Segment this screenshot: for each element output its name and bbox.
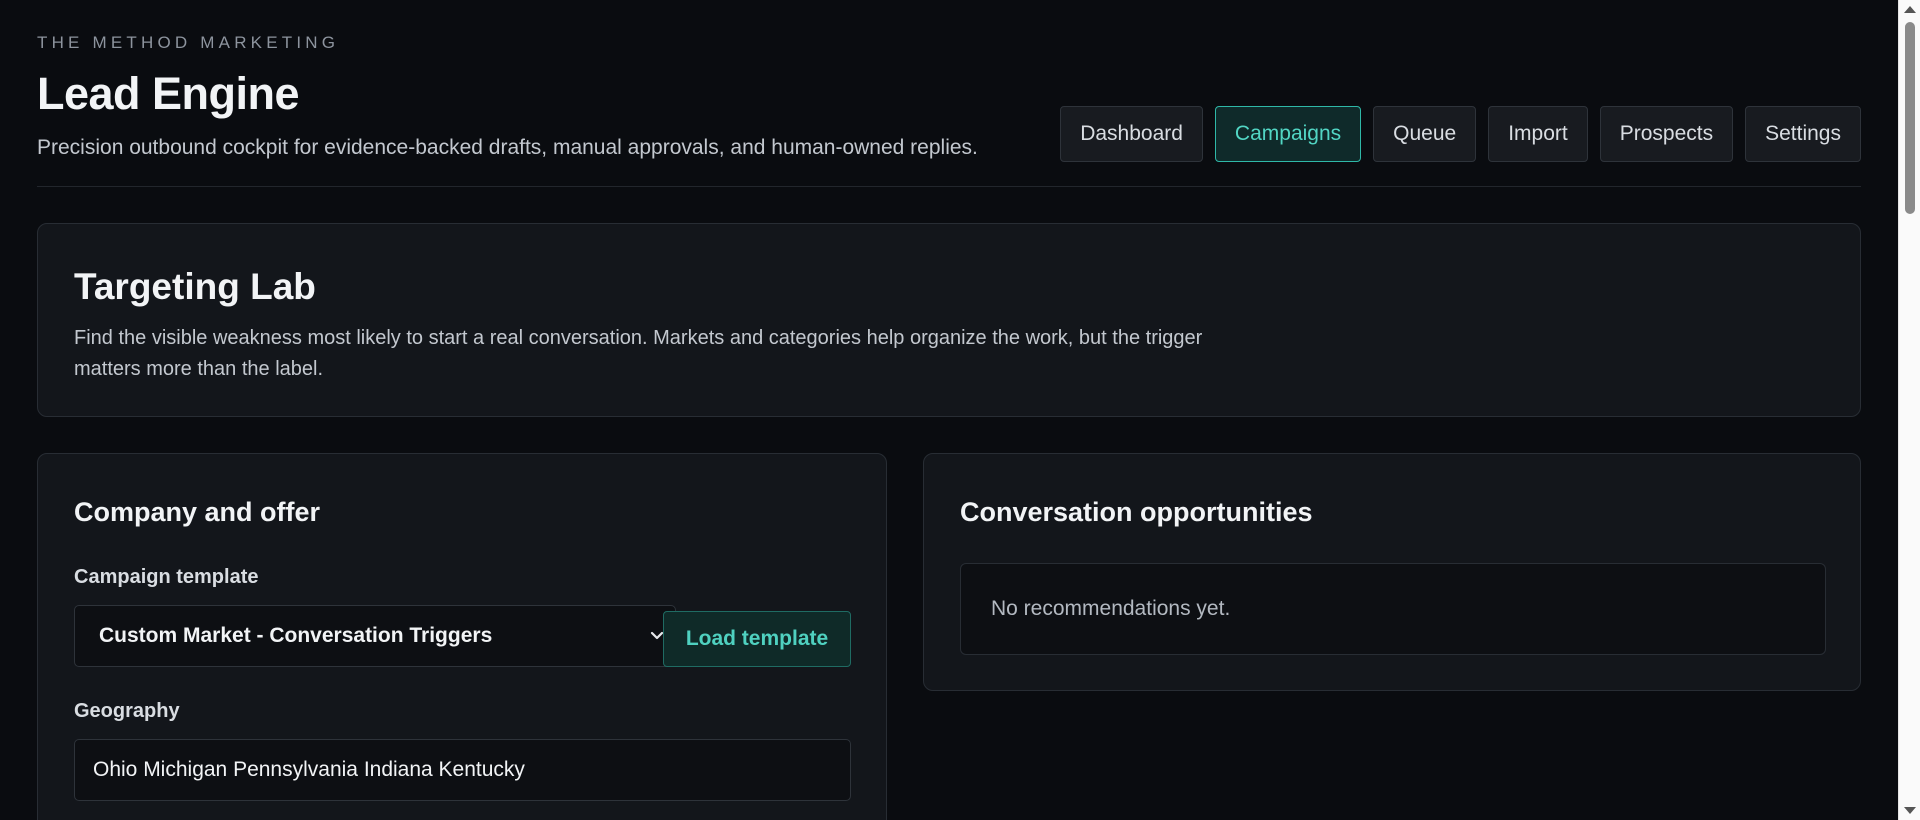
nav-prospects[interactable]: Prospects — [1599, 106, 1734, 162]
targeting-lab-description: Find the visible weakness most likely to… — [74, 327, 1203, 380]
page: THE METHOD MARKETING Lead Engine Precisi… — [0, 0, 1920, 820]
brand-label: THE METHOD MARKETING — [37, 33, 340, 52]
geography-label: Geography — [74, 700, 180, 722]
campaign-template-value: Custom Market - Conversation Triggers — [99, 624, 493, 647]
targeting-lab-card: Targeting Lab Find the visible weakness … — [37, 223, 1861, 417]
conversation-opportunities-card: Conversation opportunities No recommenda… — [923, 453, 1861, 691]
load-template-button[interactable]: Load template — [663, 611, 851, 667]
scroll-up-arrow-icon[interactable] — [1904, 6, 1916, 13]
vertical-scrollbar[interactable] — [1898, 0, 1920, 820]
nav-campaigns[interactable]: Campaigns — [1214, 106, 1362, 162]
page-subtitle: Precision outbound cockpit for evidence-… — [37, 136, 978, 159]
company-offer-title: Company and offer — [74, 497, 321, 527]
empty-state: No recommendations yet. — [960, 563, 1826, 655]
page-title: Lead Engine — [37, 68, 300, 119]
campaign-template-label: Campaign template — [74, 566, 259, 588]
scroll-thumb[interactable] — [1905, 22, 1915, 214]
nav-settings[interactable]: Settings — [1745, 106, 1861, 162]
nav-queue[interactable]: Queue — [1373, 106, 1477, 162]
nav-dashboard[interactable]: Dashboard — [1060, 106, 1203, 162]
header-divider — [37, 186, 1861, 187]
campaign-template-select[interactable]: Custom Market - Conversation Triggers — [74, 605, 676, 667]
top-nav: Dashboard Campaigns Queue Import Prospec… — [1060, 106, 1861, 162]
targeting-lab-title: Targeting Lab — [74, 266, 316, 307]
nav-import[interactable]: Import — [1488, 106, 1588, 162]
geography-input[interactable] — [74, 739, 851, 801]
company-offer-card: Company and offer Campaign template Cust… — [37, 453, 887, 820]
scroll-down-arrow-icon[interactable] — [1904, 807, 1916, 814]
conversation-opportunities-title: Conversation opportunities — [960, 497, 1313, 527]
